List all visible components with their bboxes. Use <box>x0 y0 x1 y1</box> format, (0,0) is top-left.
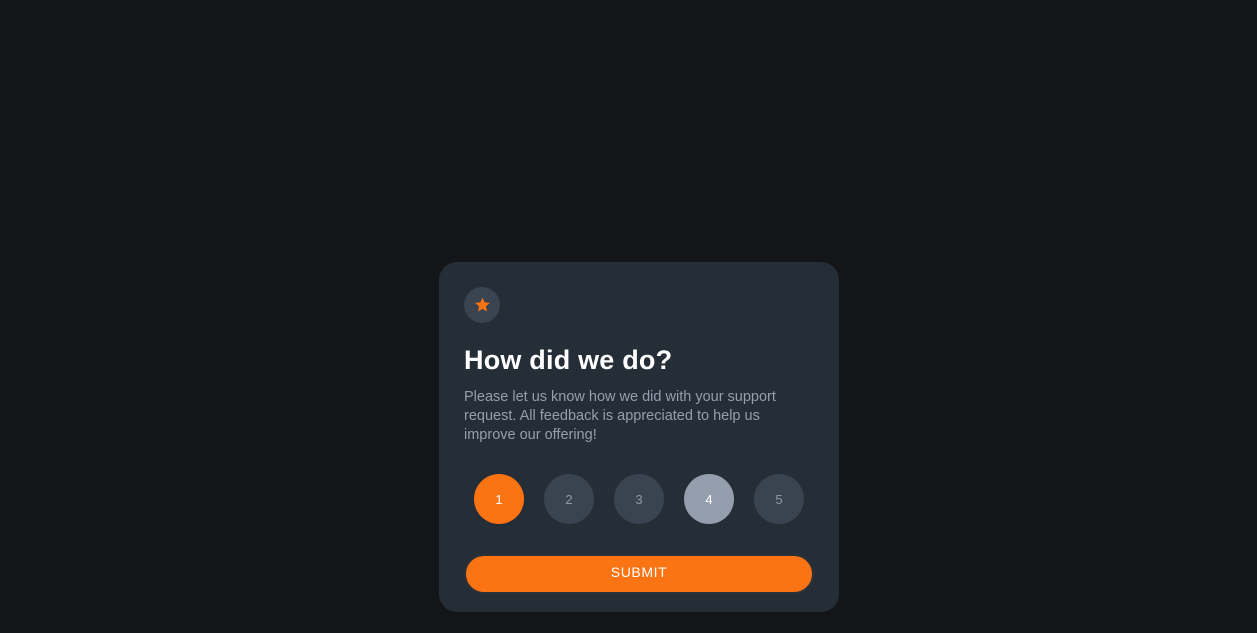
rating-option-2[interactable]: 2 <box>544 474 594 524</box>
rating-card: How did we do? Please let us know how we… <box>439 262 839 612</box>
star-badge <box>464 287 500 323</box>
rating-option-1[interactable]: 1 <box>474 474 524 524</box>
card-title: How did we do? <box>464 345 673 375</box>
rating-option-3[interactable]: 3 <box>614 474 664 524</box>
rating-options: 1 2 3 4 5 <box>474 474 804 524</box>
submit-button[interactable]: SUBMIT <box>464 554 814 594</box>
card-description: Please let us know how we did with your … <box>464 389 776 443</box>
star-icon <box>474 297 490 312</box>
rating-option-4[interactable]: 4 <box>684 474 734 524</box>
rating-option-5[interactable]: 5 <box>754 474 804 524</box>
